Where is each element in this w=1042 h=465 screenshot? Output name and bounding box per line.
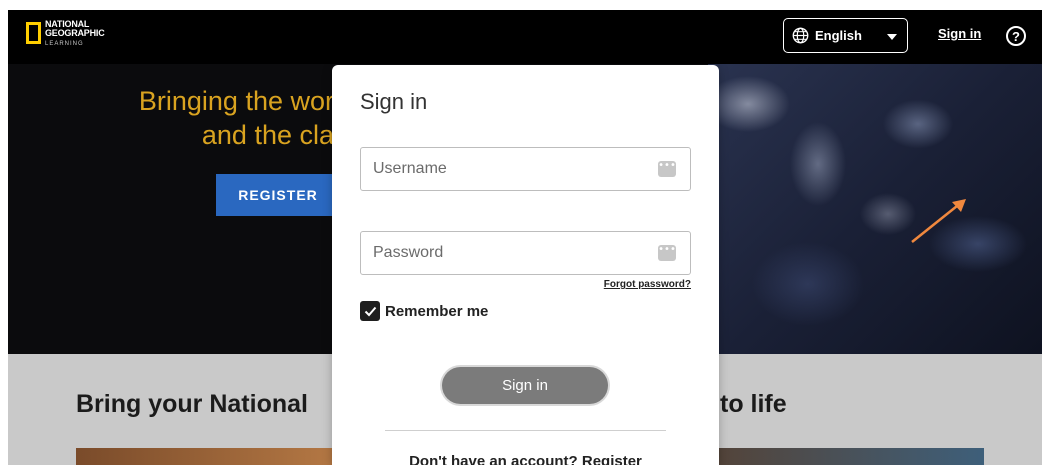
- yellow-border-logo-icon: [26, 22, 41, 44]
- sign-in-button[interactable]: Sign in: [442, 367, 608, 404]
- username-field[interactable]: •••: [360, 147, 691, 191]
- globe-icon: [792, 27, 809, 44]
- logo-line-2: GEOGRAPHIC: [45, 28, 105, 38]
- help-circle-icon[interactable]: ?: [1006, 26, 1026, 46]
- username-input[interactable]: [361, 148, 690, 190]
- dialog-title: Sign in: [360, 89, 428, 114]
- hero-heading-line-1: Bringing the wor: [138, 86, 334, 116]
- language-selected-value: English: [815, 28, 862, 43]
- remember-me-checkbox[interactable]: Remember me: [360, 301, 488, 321]
- checkbox-checked[interactable]: [360, 301, 380, 321]
- hero-register-button[interactable]: REGISTER: [216, 174, 340, 216]
- logo-line-3: LEARNING: [45, 41, 84, 47]
- page: NATIONAL GEOGRAPHIC LEARNING English Sig…: [8, 10, 1042, 465]
- password-field[interactable]: •••: [360, 231, 691, 275]
- hero-heading-line-2: and the cla: [201, 120, 334, 150]
- promo-heading-left: Bring your National: [76, 390, 308, 418]
- annotation-arrow-icon: [911, 199, 966, 243]
- remember-me-label: Remember me: [385, 302, 489, 320]
- chevron-down-icon: [887, 34, 897, 40]
- header-sign-in-link[interactable]: Sign in: [938, 26, 981, 41]
- register-link[interactable]: Register: [582, 453, 642, 465]
- forgot-password-link[interactable]: Forgot password?: [604, 279, 691, 290]
- hero-heading: Bringing the wor and the cla: [8, 84, 338, 152]
- language-selector[interactable]: English: [783, 18, 908, 53]
- logo-wordmark: NATIONAL GEOGRAPHIC LEARNING: [45, 20, 105, 49]
- divider: [385, 430, 666, 431]
- hero-background-photo: [708, 64, 1042, 354]
- top-navigation-bar: NATIONAL GEOGRAPHIC LEARNING English Sig…: [8, 10, 1042, 64]
- national-geographic-logo[interactable]: NATIONAL GEOGRAPHIC LEARNING: [26, 20, 105, 49]
- register-prompt: Don't have an account? Register: [332, 453, 719, 465]
- promo-heading-right: to life: [720, 390, 787, 418]
- password-input[interactable]: [361, 232, 690, 274]
- checkmark-icon: [364, 306, 376, 316]
- password-manager-icon[interactable]: •••: [658, 245, 676, 261]
- password-manager-icon[interactable]: •••: [658, 161, 676, 177]
- no-account-text: Don't have an account?: [409, 453, 578, 465]
- sign-in-dialog: Sign in ••• ••• Forgot password? Remembe…: [332, 65, 719, 465]
